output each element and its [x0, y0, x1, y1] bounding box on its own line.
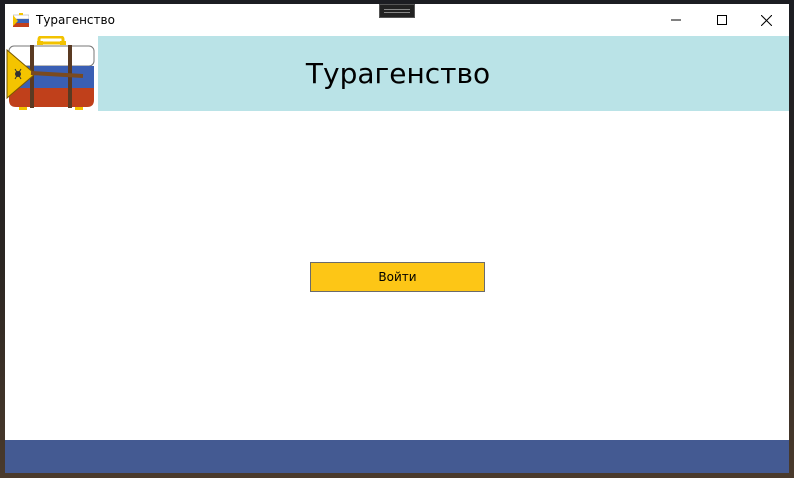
close-icon — [760, 14, 772, 26]
page-title: Турагенство — [305, 57, 491, 90]
minimize-icon — [671, 19, 681, 21]
footer-bar — [5, 440, 789, 473]
minimize-button[interactable] — [653, 4, 699, 36]
app-header: Турагенство — [5, 36, 789, 111]
app-window: Турагенство Турагенство Войти — [5, 4, 789, 473]
logo — [5, 36, 98, 111]
snap-layout-handle[interactable] — [379, 4, 415, 18]
maximize-button[interactable] — [699, 4, 745, 36]
window-title: Турагенство — [36, 13, 115, 27]
suitcase-flag-logo-icon — [6, 36, 95, 110]
login-button[interactable]: Войти — [310, 262, 485, 292]
close-button[interactable] — [743, 4, 789, 36]
maximize-icon — [717, 15, 727, 25]
app-icon — [13, 13, 29, 27]
